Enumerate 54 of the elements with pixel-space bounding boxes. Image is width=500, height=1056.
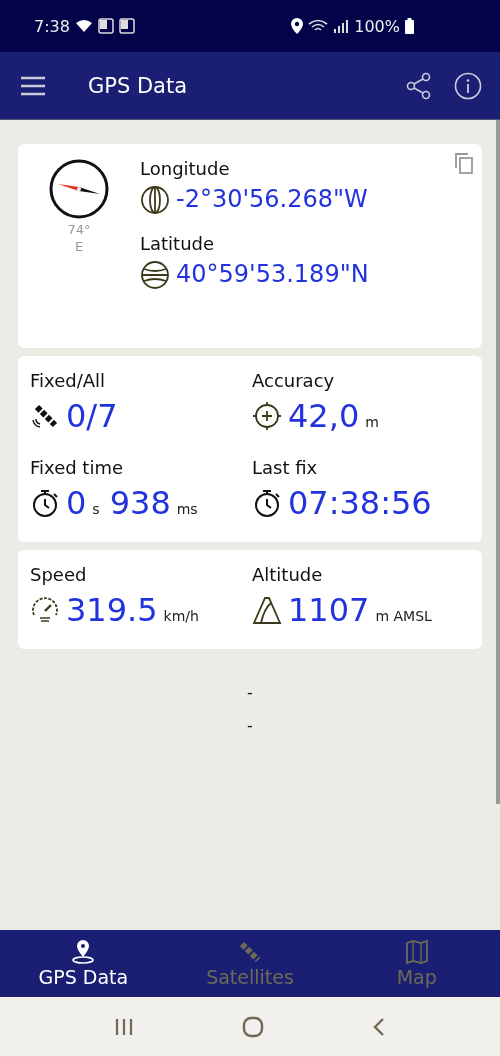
wifi-icon <box>74 19 93 33</box>
metric-value: 0/7 <box>66 397 118 435</box>
location-icon <box>291 18 304 34</box>
metric-label: Speed <box>30 564 88 585</box>
crosshair-icon <box>252 401 282 431</box>
metric-value: 1107 <box>288 591 370 629</box>
compass-icon <box>48 158 110 220</box>
battery-percent: 100% <box>354 16 400 36</box>
metric-value: 42,0 <box>288 397 360 435</box>
metric-label: Last fix <box>252 457 319 478</box>
coordinate-value: -2°30'56.268"W <box>176 185 368 213</box>
empty-value: - <box>247 683 253 702</box>
stopwatch-icon <box>252 488 282 518</box>
coordinate-value: 40°59'53.189"N <box>176 260 369 288</box>
metric-unit: m AMSL <box>375 608 432 624</box>
recent-apps-icon <box>114 1017 134 1036</box>
nav-tab[interactable]: Map <box>333 930 500 997</box>
metric-value: 319.5 <box>66 591 158 629</box>
metric-label: Fixed time <box>30 457 125 478</box>
stopwatch-icon <box>30 488 60 518</box>
metric-unit: s <box>92 501 100 517</box>
status-time: 7:38 <box>34 16 70 36</box>
nav-tab[interactable]: Satellites <box>166 930 334 997</box>
back-icon <box>372 1016 386 1037</box>
metric-unit: ms <box>176 501 198 517</box>
coordinate-label: Longitude <box>140 158 231 179</box>
map-icon <box>404 939 429 965</box>
copy-button[interactable] <box>454 152 474 174</box>
signal-icon <box>333 19 350 33</box>
location-pin-icon <box>71 939 96 965</box>
metric-label: Altitude <box>252 564 324 585</box>
translate-icon <box>97 18 114 34</box>
heading-degrees: 74° <box>67 222 91 237</box>
satellite-icon <box>238 939 262 965</box>
metric-value: 0 <box>66 484 87 522</box>
globe-parallel-icon <box>140 260 170 290</box>
app-title: GPS Data <box>88 73 188 98</box>
globe-meridian-icon <box>140 185 170 215</box>
empty-value: - <box>247 716 253 735</box>
altitude-icon <box>252 595 282 625</box>
translate-icon <box>118 18 135 34</box>
heading-direction: E <box>74 239 84 254</box>
home-icon <box>242 1015 264 1038</box>
nav-tab[interactable]: GPS Data <box>0 930 167 997</box>
coordinate-label: Latitude <box>140 233 216 254</box>
battery-icon <box>405 18 414 34</box>
metric-unit: km/h <box>163 608 199 624</box>
speedometer-icon <box>30 595 60 625</box>
metric-value: 07:38:56 <box>288 484 432 522</box>
wifi-icon <box>308 19 329 33</box>
metric-label: Accuracy <box>252 370 336 391</box>
metric-unit: m <box>365 414 379 430</box>
metric-label: Fixed/All <box>30 370 107 391</box>
metric-value: 938 <box>109 484 171 522</box>
